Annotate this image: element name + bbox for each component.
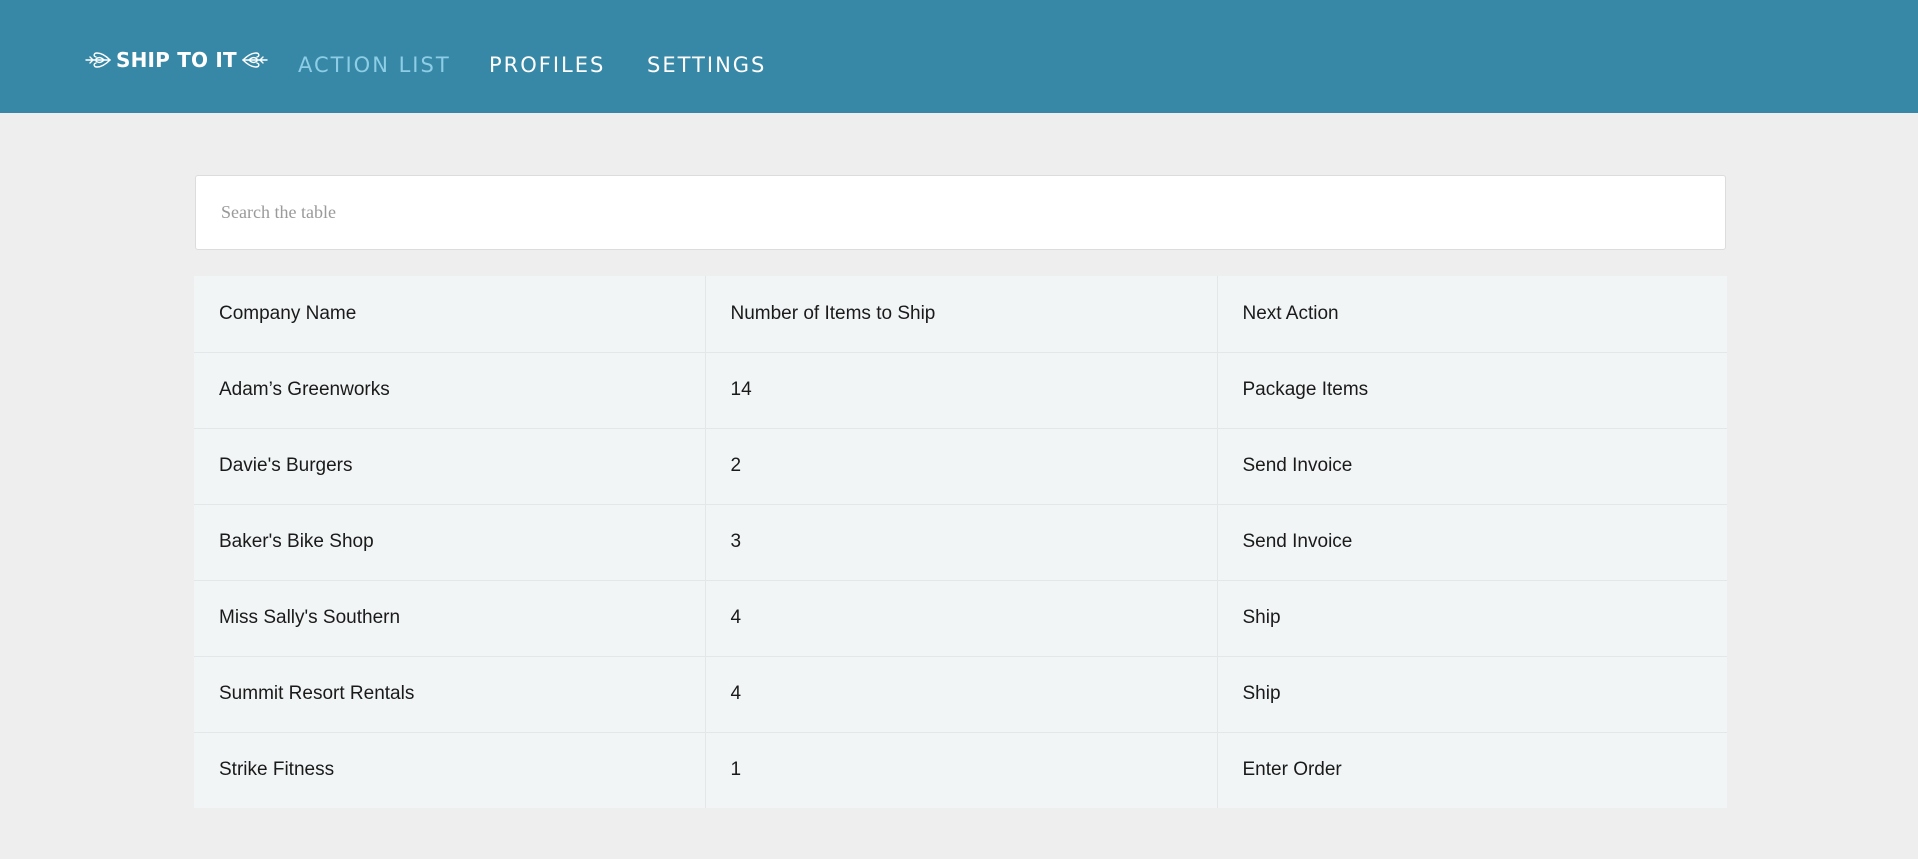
table-row[interactable]: Strike Fitness 1 Enter Order [194,732,1727,808]
cell-items-to-ship: 4 [705,580,1218,657]
flourish-left-icon [85,52,111,68]
action-table: Company Name Number of Items to Ship Nex… [194,276,1727,808]
flourish-right-icon [242,52,268,68]
top-navbar: SHIP TO IT ACTION LIST PROFILES SETTINGS [0,0,1918,113]
cell-company-name: Strike Fitness [194,732,706,808]
cell-next-action: Ship [1217,580,1727,657]
cell-company-name: Summit Resort Rentals [194,656,706,733]
nav-item-settings[interactable]: SETTINGS [647,52,766,78]
nav-item-action-list[interactable]: ACTION LIST [298,52,451,78]
cell-company-name: Miss Sally's Southern [194,580,706,657]
brand-logo[interactable]: SHIP TO IT [84,44,269,76]
column-header-company-name[interactable]: Company Name [194,276,706,353]
cell-items-to-ship: 2 [705,428,1218,505]
table-row[interactable]: Miss Sally's Southern 4 Ship [194,580,1727,657]
cell-company-name: Davie's Burgers [194,428,706,505]
cell-company-name: Baker's Bike Shop [194,504,706,581]
cell-company-name: Adam’s Greenworks [194,352,706,429]
table-row[interactable]: Summit Resort Rentals 4 Ship [194,656,1727,733]
search-box [195,175,1726,250]
table-row[interactable]: Baker's Bike Shop 3 Send Invoice [194,504,1727,581]
table-row[interactable]: Davie's Burgers 2 Send Invoice [194,428,1727,505]
search-input[interactable] [196,176,1725,249]
table-row[interactable]: Adam’s Greenworks 14 Package Items [194,352,1727,429]
cell-next-action: Send Invoice [1217,428,1727,505]
cell-next-action: Enter Order [1242,759,1342,781]
column-header-next-action[interactable]: Next Action [1217,276,1727,353]
cell-next-action: Ship [1217,656,1727,733]
cell-items-to-ship: 4 [705,656,1218,733]
brand-name: SHIP TO IT [116,48,237,72]
column-header-items-to-ship[interactable]: Number of Items to Ship [705,276,1218,353]
nav-item-profiles[interactable]: PROFILES [489,52,605,78]
cell-items-to-ship: 14 [705,352,1218,429]
cell-items-to-ship: 1 [705,732,1218,808]
cell-items-to-ship: 3 [705,504,1218,581]
cell-next-action: Package Items [1217,352,1727,429]
cell-next-action: Send Invoice [1217,504,1727,581]
table-header-row: Company Name Number of Items to Ship Nex… [194,276,1727,353]
